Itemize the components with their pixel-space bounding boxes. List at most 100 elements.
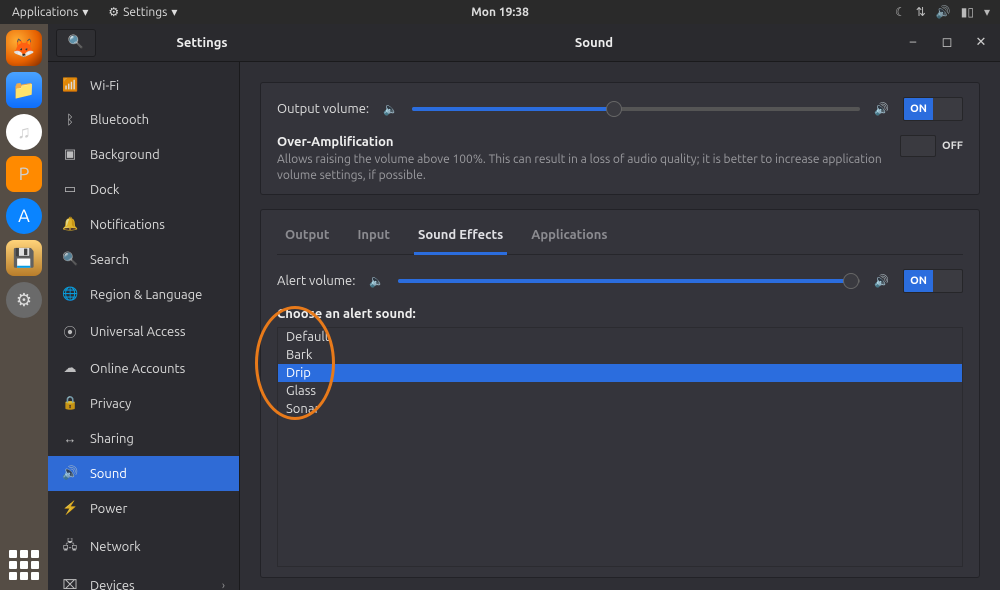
sidebar-item-sharing[interactable]: ↔ Sharing [48, 421, 239, 456]
bluetooth-icon: ᛒ [62, 113, 78, 127]
dock-icon-files[interactable]: 📁 [6, 72, 42, 108]
tab-output[interactable]: Output [281, 220, 333, 255]
dock-icon-disk[interactable]: 💾 [6, 240, 42, 276]
tab-input[interactable]: Input [353, 220, 394, 255]
settings-sidebar[interactable]: 📶Wi-Fi ᛒ Bluetooth ▣ Background ▭Dock 🔔 Notific… [48, 62, 240, 590]
applications-menu[interactable]: Applications ▾ [6, 3, 94, 21]
toggle-off-area [933, 98, 962, 120]
privacy-icon: 🔒 [62, 396, 78, 411]
overamplification-title: Over-Amplification [277, 135, 886, 149]
toggle-on-label: ON [904, 98, 933, 120]
sidebar-item-power[interactable]: ⚡ Power [48, 491, 239, 526]
maximize-button[interactable]: ◻ [936, 35, 958, 50]
close-button[interactable]: ✕ [970, 35, 992, 50]
sidebar-item-devices[interactable]: ⌧ Devices › [48, 568, 239, 590]
volume-low-icon: 🔈 [383, 102, 398, 116]
sidebar-item-label: Notifications [90, 218, 165, 232]
sidebar-item-label: Sharing [90, 432, 134, 446]
sidebar-item-online-accounts[interactable]: ☁ Online Accounts [48, 351, 239, 386]
network-icon: 🖧 [62, 536, 78, 558]
sidebar-item-notifications[interactable]: 🔔 Notifications [48, 207, 239, 242]
volume-indicator-icon[interactable]: 🔊 [936, 5, 951, 19]
alert-volume-slider[interactable] [398, 279, 860, 283]
sidebar-item-label: Bluetooth [90, 113, 149, 127]
sidebar-item-label: Devices [90, 579, 135, 590]
search-icon: 🔍 [62, 252, 78, 267]
sidebar-search-button[interactable]: 🔍 [56, 29, 96, 57]
dock-icon-software[interactable]: A [6, 198, 42, 234]
sidebar-item-wi-fi[interactable]: 📶Wi-Fi [48, 68, 239, 103]
power-menu-icon[interactable]: ▾ [984, 5, 990, 19]
notifications-icon: 🔔 [62, 217, 78, 232]
sidebar-item-label: Power [90, 502, 127, 516]
alert-mute-toggle[interactable]: ON [903, 269, 963, 293]
accounts-icon: ☁ [62, 361, 78, 376]
output-volume-slider[interactable] [412, 107, 860, 111]
sidebar-title: Settings [106, 36, 298, 50]
output-volume-section: Output volume: 🔈 🔊 ON Over-Amplification [260, 82, 980, 195]
tab-applications[interactable]: Applications [527, 220, 611, 255]
sharing-icon: ↔ [62, 431, 78, 446]
sidebar-item-label: Dock [90, 183, 119, 197]
sidebar-item-universal-access[interactable]: ⦿ Universal Access [48, 312, 239, 351]
show-applications-button[interactable] [9, 550, 39, 580]
network-indicator-icon[interactable]: ⇅ [916, 5, 926, 19]
sidebar-item-dock[interactable]: ▭Dock [48, 172, 239, 207]
sidebar-item-sound[interactable]: 🔊 Sound [48, 456, 239, 491]
titlebar: 🔍 Settings Sound – ◻ ✕ [48, 24, 1000, 62]
chevron-right-icon: › [222, 580, 225, 590]
dock-icon-music[interactable]: ♫ [6, 114, 42, 150]
sidebar-item-region-language[interactable]: 🌐Region & Language [48, 277, 239, 312]
alert-sound-glass[interactable]: Glass [278, 382, 962, 400]
background-icon: ▣ [62, 147, 78, 162]
alert-sound-list[interactable]: DefaultBarkDripGlassSonar [277, 327, 963, 567]
sidebar-item-bluetooth[interactable]: ᛒ Bluetooth [48, 103, 239, 137]
tab-sound-effects[interactable]: Sound Effects [414, 220, 507, 255]
clock[interactable]: Mon 19:38 [471, 6, 529, 19]
applications-label: Applications [12, 6, 78, 19]
sidebar-item-privacy[interactable]: 🔒 Privacy [48, 386, 239, 421]
top-panel: Applications ▾ ⚙ Settings ▾ Mon 19:38 ☾ … [0, 0, 1000, 24]
power-icon: ⚡ [62, 501, 78, 516]
sidebar-item-network[interactable]: 🖧Network [48, 526, 239, 568]
search-icon: 🔍 [68, 35, 84, 50]
alert-sound-sonar[interactable]: Sonar [278, 400, 962, 418]
sidebar-item-label: Background [90, 148, 160, 162]
dropdown-arrow-icon: ▾ [82, 5, 88, 19]
gear-icon: ⚙ [108, 5, 119, 19]
devices-icon: ⌧ [62, 578, 78, 590]
dock-icon-settings[interactable]: ⚙ [6, 282, 42, 318]
alert-sound-bark[interactable]: Bark [278, 346, 962, 364]
alert-volume-label: Alert volume: [277, 274, 355, 288]
overamplification-description: Allows raising the volume above 100%. Th… [277, 152, 886, 184]
sidebar-item-search[interactable]: 🔍 Search [48, 242, 239, 277]
sidebar-item-label: Online Accounts [90, 362, 185, 376]
app-menu[interactable]: ⚙ Settings ▾ [102, 3, 183, 21]
night-icon[interactable]: ☾ [895, 5, 906, 19]
sound-tabs-section: Output Input Sound Effects Applications Ale… [260, 209, 980, 578]
volume-high-icon: 🔊 [874, 274, 889, 288]
sound-icon: 🔊 [62, 466, 78, 481]
overamplification-switch-box[interactable] [900, 135, 936, 157]
sidebar-item-label: Privacy [90, 397, 131, 411]
dock-icon-editor[interactable]: P [6, 156, 42, 192]
accessibility-icon: ⦿ [62, 322, 78, 341]
toggle-on-label: ON [904, 270, 933, 292]
dock: 🦊 📁 ♫ P A 💾 ⚙ [0, 24, 48, 590]
sidebar-item-label: Search [90, 253, 129, 267]
dock-icon-firefox[interactable]: 🦊 [6, 30, 42, 66]
sidebar-item-background[interactable]: ▣ Background [48, 137, 239, 172]
minimize-button[interactable]: – [902, 35, 924, 50]
battery-indicator-icon[interactable]: ▮▯ [961, 5, 974, 19]
output-volume-label: Output volume: [277, 102, 369, 116]
sidebar-item-label: Sound [90, 467, 127, 481]
volume-high-icon: 🔊 [874, 102, 889, 116]
alert-sound-drip[interactable]: Drip [278, 364, 962, 382]
volume-low-icon: 🔈 [369, 274, 384, 288]
sidebar-item-label: Universal Access [90, 325, 185, 339]
overamplification-off-label: OFF [942, 140, 963, 152]
alert-sound-default[interactable]: Default [278, 328, 962, 346]
region-icon: 🌐 [62, 287, 78, 302]
wifi-icon: 📶 [62, 78, 78, 93]
output-mute-toggle[interactable]: ON [903, 97, 963, 121]
